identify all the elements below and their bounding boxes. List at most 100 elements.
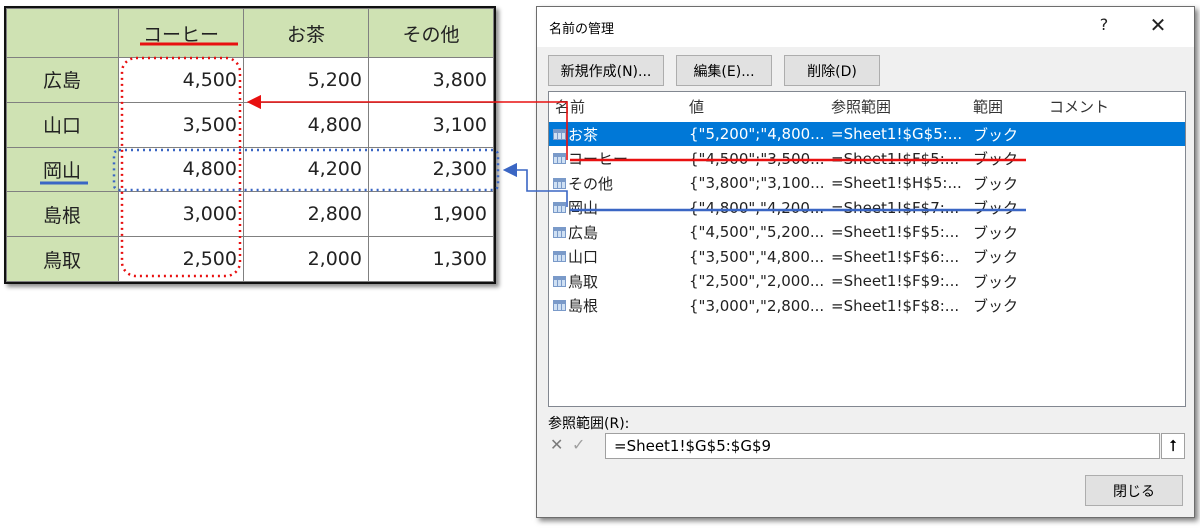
delete-name-button[interactable]: 削除(D)	[784, 55, 880, 86]
list-item-scope: ブック	[973, 272, 1019, 291]
list-item-scope: ブック	[973, 125, 1019, 144]
table-row: 広島 4,500 5,200 3,800	[6, 57, 494, 103]
name-text: その他	[568, 174, 614, 193]
close-icon[interactable]: ✕	[1146, 13, 1170, 37]
table-name-icon	[553, 275, 566, 287]
list-item-ref: =Sheet1!$F$5:...	[831, 223, 960, 241]
list-item[interactable]: お茶 {"5,200";"4,800... =Sheet1!$G$5:... ブック	[549, 122, 1185, 146]
list-item-name: お茶	[553, 124, 685, 145]
name-text: 山口	[568, 248, 599, 266]
ref-range-input[interactable]	[605, 433, 1160, 459]
list-item-ref: =Sheet1!$F$6:...	[831, 247, 960, 266]
sheet-table: コーヒー お茶 その他 広島 4,500 5,200 3,800 山口 3,50…	[6, 8, 494, 282]
list-item[interactable]: 鳥取 {"2,500","2,000... =Sheet1!$F$9:... ブック	[549, 269, 1185, 293]
cell[interactable]: 4,200	[243, 146, 369, 193]
list-item-name: 広島	[553, 222, 685, 243]
names-list[interactable]: 名前 値 参照範囲 範囲 コメント お茶 {"5,200";"4,800... =S…	[548, 91, 1186, 407]
list-item-ref: =Sheet1!$F$8:...	[831, 296, 960, 315]
list-header: 名前 値 参照範囲 範囲 コメント	[549, 96, 1185, 118]
table-row: 岡山 4,800 4,200 2,300	[6, 146, 494, 193]
list-item-value: {"4,500","5,200...	[689, 223, 825, 241]
cell[interactable]: 3,000	[118, 191, 244, 238]
row-header[interactable]: 島根	[6, 191, 119, 238]
cell[interactable]: 5,200	[243, 57, 369, 103]
column-header-scope[interactable]: 範囲	[973, 96, 1003, 117]
list-item[interactable]: 島根 {"3,000","2,800... =Sheet1!$F$8:... ブック	[549, 294, 1185, 318]
name-text: 岡山	[568, 199, 599, 217]
list-item-value: {"3,800";"3,100...	[689, 174, 825, 192]
list-item-ref: =Sheet1!$H$5:...	[831, 174, 962, 192]
list-item-scope: ブック	[973, 150, 1019, 168]
table-name-icon	[553, 177, 566, 189]
table-name-icon	[553, 226, 566, 238]
table-name-icon	[553, 128, 566, 140]
name-text: コーヒー	[568, 150, 629, 168]
cell[interactable]: 2,500	[118, 236, 244, 282]
name-text: 島根	[568, 297, 599, 315]
cell[interactable]: 2,000	[243, 236, 369, 282]
cell[interactable]: 4,800	[118, 146, 244, 193]
table-name-icon	[553, 153, 566, 164]
table-row: 島根 3,000 2,800 1,900	[6, 191, 494, 238]
corner-cell[interactable]	[6, 8, 119, 58]
list-item-scope: ブック	[973, 223, 1019, 242]
collapse-arrow-icon[interactable]: ⭡	[1161, 433, 1185, 459]
table-name-icon	[553, 300, 566, 311]
row-header[interactable]: 岡山	[6, 146, 119, 193]
name-text: お茶	[568, 125, 599, 144]
column-header-ref[interactable]: 参照範囲	[831, 96, 891, 117]
cell[interactable]: 1,300	[368, 236, 494, 282]
check-icon[interactable]: ✓	[572, 435, 592, 457]
cell[interactable]: 3,800	[368, 57, 494, 103]
cell[interactable]: 3,500	[118, 101, 244, 148]
table-row: 鳥取 2,500 2,000 1,300	[6, 236, 494, 282]
list-item-name: 岡山	[553, 197, 685, 218]
dialog-title: 名前の管理	[549, 22, 615, 37]
row-header[interactable]: 広島	[6, 57, 119, 103]
col-header-other[interactable]: その他	[368, 8, 494, 58]
list-item-ref: =Sheet1!$F$9:...	[831, 272, 960, 290]
cell[interactable]: 4,500	[118, 57, 244, 103]
list-item-scope: ブック	[973, 248, 1019, 266]
name-text: 広島	[568, 223, 599, 242]
cell[interactable]: 2,300	[368, 146, 494, 193]
list-item-scope: ブック	[973, 297, 1019, 315]
list-item-name: 山口	[553, 246, 685, 267]
list-item-scope: ブック	[973, 199, 1019, 217]
list-item-value: {"2,500","2,000...	[689, 272, 825, 290]
name-manager-dialog: 名前の管理 ? ✕ 新規作成(N)... 編集(E)... 削除(D) 名前 値…	[536, 6, 1195, 518]
cell[interactable]: 1,900	[368, 191, 494, 238]
table-name-icon	[553, 202, 566, 213]
new-name-button[interactable]: 新規作成(N)...	[548, 55, 664, 86]
column-header-name[interactable]: 名前	[555, 96, 585, 117]
x-icon[interactable]: ✕	[550, 435, 570, 457]
list-item-ref: =Sheet1!$G$5:...	[831, 125, 963, 143]
list-item-value: {"4,800","4,200...	[689, 198, 825, 217]
row-header[interactable]: 山口	[6, 101, 119, 148]
list-item-value: {"4,500";"3,500...	[689, 149, 825, 168]
cell[interactable]: 2,800	[243, 191, 369, 238]
table-name-icon	[553, 251, 566, 262]
column-header-value[interactable]: 値	[689, 96, 704, 117]
list-item-name: コーヒー	[553, 148, 685, 169]
table-row: 山口 3,500 4,800 3,100	[6, 101, 494, 148]
col-header-coffee[interactable]: コーヒー	[118, 8, 244, 58]
list-item[interactable]: その他 {"3,800";"3,100... =Sheet1!$H$5:... ブック	[549, 171, 1185, 195]
cell[interactable]: 4,800	[243, 101, 369, 148]
title-bar[interactable]: 名前の管理 ? ✕	[537, 7, 1194, 47]
spreadsheet: コーヒー お茶 その他 広島 4,500 5,200 3,800 山口 3,50…	[4, 6, 496, 284]
close-button[interactable]: 閉じる	[1085, 475, 1183, 506]
list-item[interactable]: コーヒー {"4,500";"3,500... =Sheet1!$F$5:... ブッ…	[549, 147, 1185, 171]
column-header-comment[interactable]: コメント	[1049, 96, 1109, 117]
list-item-value: {"5,200";"4,800...	[689, 125, 825, 143]
list-item[interactable]: 広島 {"4,500","5,200... =Sheet1!$F$5:... ブック	[549, 220, 1185, 244]
list-item-name: 鳥取	[553, 271, 685, 292]
help-button[interactable]: ?	[1094, 15, 1114, 34]
row-header[interactable]: 鳥取	[6, 236, 119, 282]
list-item[interactable]: 岡山 {"4,800","4,200... =Sheet1!$F$7:... ブック	[549, 196, 1185, 220]
col-header-tea[interactable]: お茶	[243, 8, 369, 58]
cell[interactable]: 3,100	[368, 101, 494, 148]
edit-name-button[interactable]: 編集(E)...	[676, 55, 772, 86]
list-item[interactable]: 山口 {"3,500","4,800... =Sheet1!$F$6:... ブック	[549, 245, 1185, 269]
list-item-value: {"3,500","4,800...	[689, 247, 825, 266]
